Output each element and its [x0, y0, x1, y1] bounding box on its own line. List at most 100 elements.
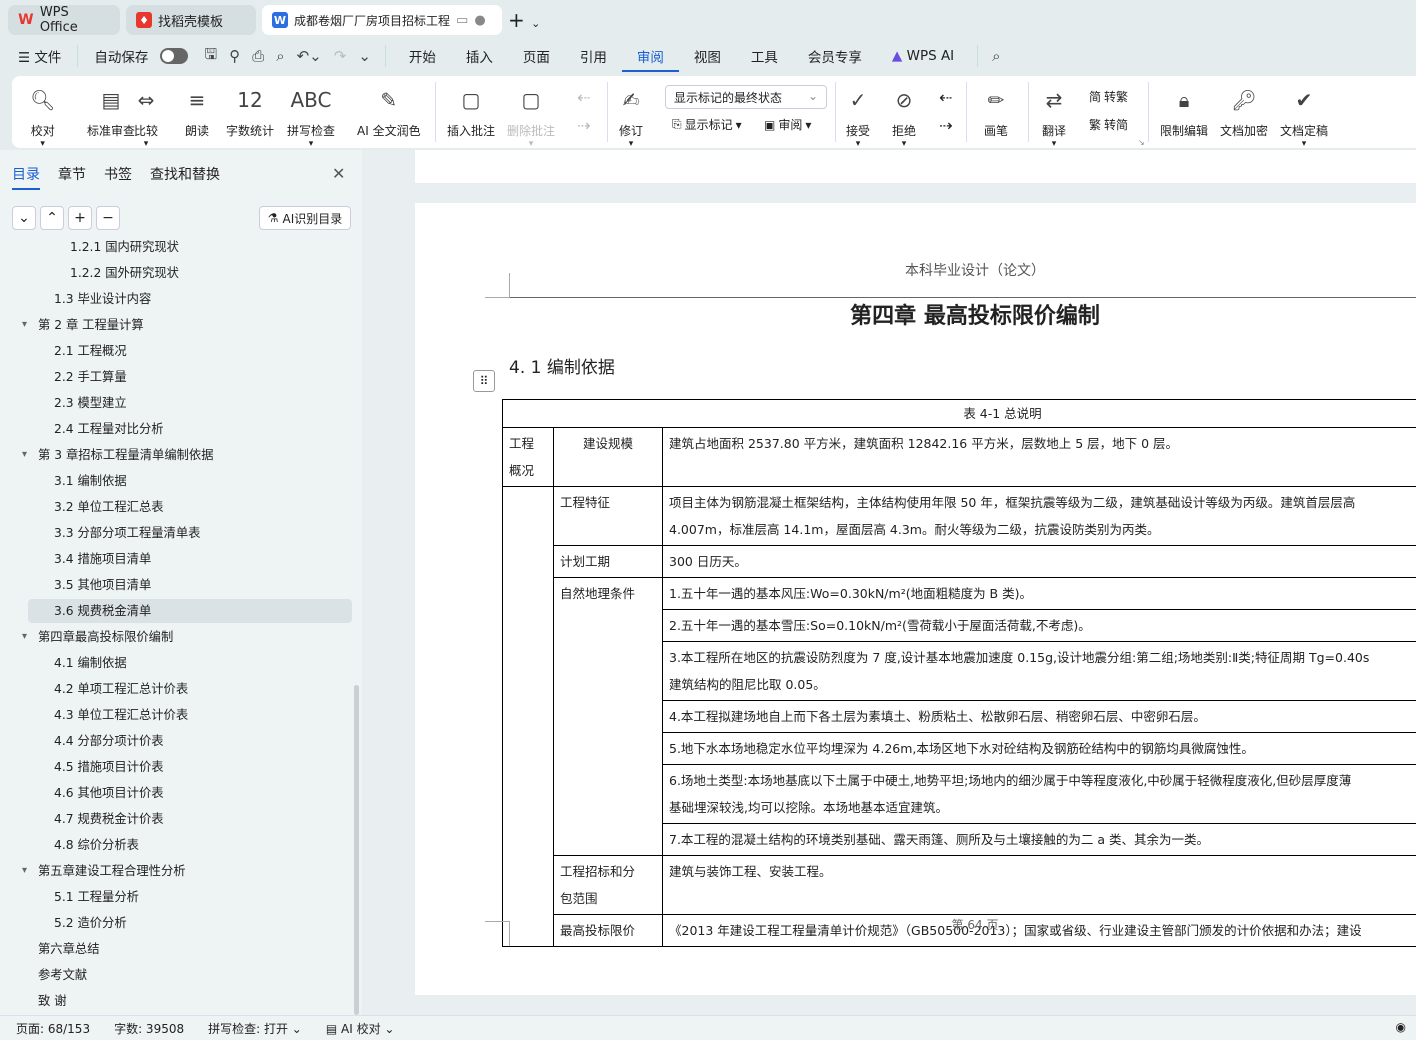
review-pane-button[interactable]: ▣ 审阅 ▾	[764, 116, 811, 133]
new-tab-button[interactable]: + ⌄	[508, 8, 540, 32]
remove-heading-button[interactable]: −	[96, 206, 120, 230]
toc-item[interactable]: 2.1 工程概况	[28, 339, 352, 363]
比较-button[interactable]: ⇔ 比较 ▾	[134, 84, 158, 149]
toc-item[interactable]: ▾ 第五章建设工程合理性分析	[22, 859, 352, 883]
toc-item[interactable]: 3.2 单位工程汇总表	[28, 495, 352, 519]
字数统计-button[interactable]: 12 字数统计	[226, 84, 274, 139]
toc-item[interactable]: 3.3 分部分项工程量清单表	[28, 521, 352, 545]
限制编辑-button[interactable]: 🔒︎ 限制编辑	[1160, 84, 1208, 139]
toc-item[interactable]: 1.2.2 国外研究现状	[28, 261, 352, 285]
ai-toc-button[interactable]: ⚗ AI识别目录	[259, 206, 351, 230]
toc-item[interactable]: 1.3 毕业设计内容	[28, 287, 352, 311]
toc-item[interactable]: 2.4 工程量对比分析	[28, 417, 352, 441]
collapse-arrow-icon[interactable]: ▾	[22, 313, 27, 337]
toc-item[interactable]: 4.3 单位工程汇总计价表	[28, 703, 352, 727]
next-change-icon[interactable]: ⇢	[939, 116, 952, 135]
toc-item[interactable]: ▾ 第四章最高投标限价编制	[22, 625, 352, 649]
toc-item[interactable]: 4.7 规费税金计价表	[28, 807, 352, 831]
toc-item[interactable]: 1.2.1 国内研究现状	[28, 238, 352, 259]
toc-item[interactable]: 5.1 工程量分析	[28, 885, 352, 909]
插入批注-button[interactable]: ▢ 插入批注	[447, 84, 495, 139]
word-count[interactable]: 字数: 39508	[114, 1020, 184, 1037]
sidebar-scrollbar[interactable]	[354, 685, 359, 1015]
print-icon[interactable]: ⎙	[246, 47, 270, 65]
toc-item[interactable]: 5.2 造价分析	[28, 911, 352, 935]
tab-references[interactable]: 引用	[565, 46, 622, 66]
tab-docer[interactable]: ♦ 找稻壳模板	[126, 5, 256, 35]
toc-item[interactable]: 4.8 综价分析表	[28, 833, 352, 857]
markup-mode-select[interactable]: 显示标记的最终状态 ⌄	[665, 85, 827, 109]
sidebar-tab-find-replace[interactable]: 查找和替换	[150, 164, 220, 190]
table-move-handle-icon[interactable]: ⠿	[473, 370, 495, 392]
toc-item[interactable]: ▾ 第 3 章招标工程量清单编制依据	[22, 443, 352, 467]
toc-item[interactable]: 4.6 其他项目计价表	[28, 781, 352, 805]
toc-item[interactable]: 4.1 编制依据	[28, 651, 352, 675]
add-heading-button[interactable]: +	[68, 206, 92, 230]
朗读-button[interactable]: ≡ 朗读	[185, 84, 209, 139]
tab-page[interactable]: 页面	[508, 46, 565, 66]
标准审查-button[interactable]: ▤ 标准审查	[87, 84, 135, 139]
prev-comment-icon[interactable]: ⇠	[577, 88, 590, 107]
collapse-up-button[interactable]: ⌃	[40, 206, 64, 230]
文档加密-button[interactable]: 🔑︎ 文档加密	[1220, 84, 1268, 139]
more-chevron-icon[interactable]: ⌄	[352, 47, 377, 65]
画笔-button[interactable]: ✏ 画笔	[984, 84, 1008, 139]
拼写检查-button[interactable]: ABC 拼写检查 ▾	[287, 84, 335, 149]
toc-item[interactable]: 3.6 规费税金清单	[28, 599, 352, 623]
tab-insert[interactable]: 插入	[451, 46, 508, 66]
next-comment-icon[interactable]: ⇢	[577, 116, 590, 135]
search-icon[interactable]: ⌕	[986, 47, 1006, 65]
修订-button[interactable]: ✍ 修订 ▾	[619, 84, 643, 149]
collapse-arrow-icon[interactable]: ▾	[22, 859, 27, 883]
toc-item[interactable]: 2.2 手工算量	[28, 365, 352, 389]
toc-item[interactable]: 2.3 模型建立	[28, 391, 352, 415]
toc-item[interactable]: 4.2 单项工程汇总计价表	[28, 677, 352, 701]
sidebar-tab-bookmarks[interactable]: 书签	[104, 164, 132, 190]
文档定稿-button[interactable]: ✔ 文档定稿 ▾	[1280, 84, 1328, 149]
toc-item[interactable]: 3.5 其他项目清单	[28, 573, 352, 597]
collapse-arrow-icon[interactable]: ▾	[22, 443, 27, 467]
show-markup-button[interactable]: ⎘ 显示标记 ▾	[672, 116, 742, 133]
翻译-button[interactable]: ⇄ 翻译 ▾	[1042, 84, 1066, 149]
ai-proofread-status[interactable]: ▤ AI 校对 ⌄	[326, 1020, 395, 1037]
tab-wps-ai[interactable]: ▲ WPS AI	[877, 48, 969, 64]
tab-view[interactable]: 视图	[679, 46, 736, 66]
toc-item[interactable]: 4.5 措施项目计价表	[28, 755, 352, 779]
to-simplified-button[interactable]: 繁转简	[1089, 116, 1128, 133]
dialog-launcher-icon[interactable]: ↘	[1138, 138, 1145, 147]
prev-change-icon[interactable]: ⇠	[939, 88, 952, 107]
拒绝-button[interactable]: ⊘ 拒绝 ▾	[892, 84, 916, 149]
expand-down-button[interactable]: ⌄	[12, 206, 36, 230]
share-icon[interactable]: ⚲	[223, 47, 246, 65]
tab-home[interactable]: 开始	[394, 46, 451, 66]
close-sidebar-icon[interactable]: ✕	[332, 164, 345, 183]
tab-wps-office[interactable]: W WPS Office	[8, 5, 120, 35]
to-traditional-button[interactable]: 简转繁	[1089, 88, 1128, 105]
collapse-arrow-icon[interactable]: ▾	[22, 625, 27, 649]
AI全文润色-button[interactable]: ✎ AI 全文润色	[357, 84, 421, 139]
toc-item[interactable]: 第六章总结	[28, 937, 352, 961]
toc-item[interactable]: 致 谢	[28, 989, 352, 1013]
sidebar-tab-chapters[interactable]: 章节	[58, 164, 86, 190]
print-preview-icon[interactable]: ⌕	[270, 47, 290, 65]
undo-icon[interactable]: ↶⌄	[291, 47, 328, 65]
sidebar-tab-toc[interactable]: 目录	[12, 164, 40, 190]
page-count[interactable]: 页面: 68/153	[16, 1020, 90, 1037]
file-menu[interactable]: ☰ 文件	[0, 46, 69, 66]
接受-button[interactable]: ✓ 接受 ▾	[846, 84, 870, 149]
spell-check-status[interactable]: 拼写检查: 打开 ⌄	[208, 1020, 302, 1037]
redo-icon[interactable]: ↷	[328, 47, 353, 65]
tab-review[interactable]: 审阅	[621, 46, 679, 72]
toc-item[interactable]: 3.4 措施项目清单	[28, 547, 352, 571]
删除批注-button[interactable]: ▢ 删除批注 ▾	[507, 84, 555, 149]
toc-item[interactable]: 3.1 编制依据	[28, 469, 352, 493]
tab-member[interactable]: 会员专享	[793, 46, 877, 66]
tab-tools[interactable]: 工具	[736, 46, 793, 66]
eye-icon[interactable]: ◉	[1396, 1020, 1406, 1034]
校对-button[interactable]: 🔍︎ 校对 ▾	[30, 84, 55, 149]
toc-item[interactable]: ▾ 第 2 章 工程量计算	[22, 313, 352, 337]
tab-document[interactable]: W 成都卷烟厂厂房项目招标工程 ▭ ●	[262, 5, 502, 35]
toc-item[interactable]: 参考文献	[28, 963, 352, 987]
toc-item[interactable]: 4.4 分部分项计价表	[28, 729, 352, 753]
save-icon[interactable]: 🖫	[198, 44, 223, 69]
